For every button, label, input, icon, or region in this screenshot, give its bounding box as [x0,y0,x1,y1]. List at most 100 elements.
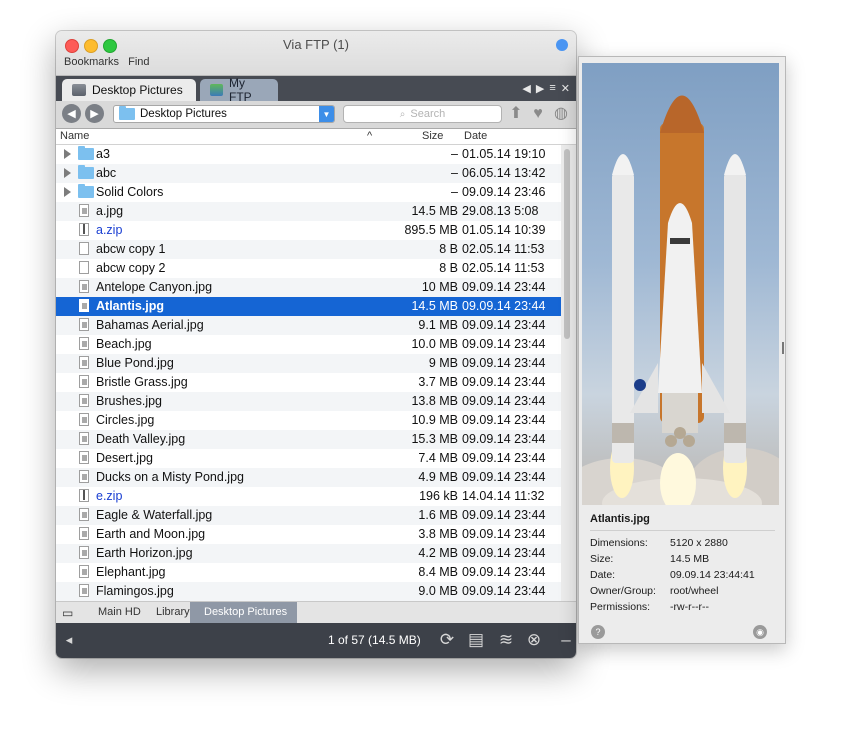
file-name: Earth and Moon.jpg [96,527,206,541]
file-row[interactable]: Antelope Canyon.jpg 10 MB 09.09.14 23:44 [56,278,561,297]
status-text: 1 of 57 (14.5 MB) [328,633,421,647]
column-size[interactable]: Size [422,130,443,142]
file-name: Antelope Canyon.jpg [96,280,213,294]
list-view-icon[interactable]: ▤ [466,630,486,650]
file-date: 09.09.14 23:44 [462,356,546,370]
drive-icon [72,84,86,96]
title-bar[interactable]: Via FTP (1) Bookmarks Find [56,31,576,76]
file-name: Elephant.jpg [96,565,166,579]
file-size: 7.4 MB [418,451,458,465]
folder-icon [78,184,94,198]
file-row[interactable]: Elephant.jpg 8.4 MB 09.09.14 23:44 [56,563,561,582]
file-size: 196 kB [419,489,458,503]
breadcrumb-main-hd[interactable]: Main HD [98,606,141,618]
file-row[interactable]: a.jpg 14.5 MB 29.08.13 5:08 [56,202,561,221]
file-name: Brushes.jpg [96,394,163,408]
info-size: Size: 14.5 MB [590,553,710,565]
file-name: a.zip [96,223,123,237]
folder-icon [119,106,135,120]
sort-indicator-icon: ^ [367,130,373,142]
disconnect-icon[interactable]: ⊗ [524,630,544,650]
column-name[interactable]: Name [60,130,89,142]
file-date: 02.05.14 11:53 [462,242,545,256]
file-name: abcw copy 1 [96,242,166,256]
file-row[interactable]: Desert.jpg 7.4 MB 09.09.14 23:44 [56,449,561,468]
refresh-icon[interactable]: ⟳ [437,630,457,650]
toolbar-toggle-button[interactable] [556,39,568,51]
help-icon[interactable]: ? [591,625,605,639]
file-date: 09.09.14 23:44 [462,432,546,446]
file-date: 09.09.14 23:44 [462,546,546,560]
wifi-icon[interactable]: ≋ [496,630,516,650]
breadcrumb-library[interactable]: Library [156,606,190,618]
image-file-icon [79,394,89,407]
tab-my-ftp[interactable]: My FTP [200,76,278,104]
search-icon: ⌕ [399,108,406,120]
resize-grip[interactable] [782,342,784,354]
chevron-down-icon[interactable]: ▼ [319,106,334,122]
file-size: – [451,185,458,199]
minus-icon[interactable]: – [556,630,576,650]
folder-icon [78,146,94,160]
file-row[interactable]: a3 –01.05.14 19:10 [56,145,561,164]
file-date: 09.09.14 23:44 [462,451,546,465]
file-row[interactable]: Eagle & Waterfall.jpg 1.6 MB 09.09.14 23:4… [56,506,561,525]
quicklook-icon[interactable]: ◉ [753,625,767,639]
file-name: a3 [96,147,110,161]
file-row[interactable]: Death Valley.jpg 15.3 MB 09.09.14 23:44 [56,430,561,449]
file-row[interactable]: Circles.jpg 10.9 MB 09.09.14 23:44 [56,411,561,430]
back-button[interactable]: ◀ [62,104,81,123]
computer-icon[interactable]: ▭ [62,606,73,620]
close-tab-icon[interactable]: ✕ [561,82,570,95]
image-file-icon [79,584,89,597]
arrow-left-icon[interactable]: ◀ [522,82,530,95]
back-circle-icon[interactable]: ◂ [59,630,79,650]
disclosure-triangle-icon[interactable] [64,187,71,197]
file-row[interactable]: Beach.jpg 10.0 MB 09.09.14 23:44 [56,335,561,354]
file-row[interactable]: Bahamas Aerial.jpg 9.1 MB 09.09.14 23:44 [56,316,561,335]
file-name: a.jpg [96,204,124,218]
image-file-icon [79,356,89,369]
file-name: Circles.jpg [96,413,155,427]
file-row[interactable]: a.zip 895.5 MB 01.05.14 10:39 [56,221,561,240]
file-row[interactable]: Earth Horizon.jpg 4.2 MB 09.09.14 23:44 [56,544,561,563]
path-selector[interactable]: Desktop Pictures ▼ [113,105,335,123]
file-size: 10 MB [421,280,458,294]
image-file-icon [79,413,89,426]
file-row[interactable]: Solid Colors –09.09.14 23:46 [56,183,561,202]
file-row[interactable]: abcw copy 2 8 B 02.05.14 11:53 [56,259,561,278]
file-row[interactable]: abc –06.05.14 13:42 [56,164,561,183]
breadcrumb-desktop-pictures[interactable]: Desktop Pictures [190,602,298,623]
favorites-heart-icon[interactable]: ♥ [529,105,547,123]
scrollbar[interactable] [564,149,570,339]
file-size: 8 B [439,242,458,256]
parent-folder-icon[interactable]: ⬆ [507,105,525,123]
file-date: 09.09.14 23:44 [462,280,546,294]
search-input[interactable]: ⌕ Search [343,105,502,123]
file-row[interactable]: Atlantis.jpg 14.5 MB 09.09.14 23:44 [56,297,561,316]
file-row[interactable]: Ducks on a Misty Pond.jpg 4.9 MB 09.09.14 … [56,468,561,487]
tab-desktop-pictures[interactable]: Desktop Pictures [62,79,196,101]
menu-find[interactable]: Find [128,56,149,68]
file-row[interactable]: Brushes.jpg 13.8 MB 09.09.14 23:44 [56,392,561,411]
file-name: Ducks on a Misty Pond.jpg [96,470,244,484]
file-row[interactable]: Earth and Moon.jpg 3.8 MB 09.09.14 23:44 [56,525,561,544]
file-size: 895.5 MB [404,223,458,237]
menu-icon[interactable]: ≡ [549,82,555,95]
file-row[interactable]: abcw copy 1 8 B 02.05.14 11:53 [56,240,561,259]
file-date: 02.05.14 11:53 [462,261,545,275]
disclosure-triangle-icon[interactable] [64,168,71,178]
forward-button[interactable]: ▶ [85,104,104,123]
info-permissions: Permissions: -rw-r--r-- [590,601,710,613]
file-row[interactable]: Bristle Grass.jpg 3.7 MB 09.09.14 23:44 [56,373,561,392]
menu-bookmarks[interactable]: Bookmarks [64,56,119,68]
tab-controls: ◀ ▶ ≡ ✕ [522,82,570,95]
file-row[interactable]: e.zip 196 kB 14.04.14 11:32 [56,487,561,506]
arrow-right-icon[interactable]: ▶ [536,82,544,95]
file-row[interactable]: Blue Pond.jpg 9 MB 09.09.14 23:44 [56,354,561,373]
file-row[interactable]: Flamingos.jpg 9.0 MB 09.09.14 23:44 [56,582,561,601]
disclosure-triangle-icon[interactable] [64,149,71,159]
column-date[interactable]: Date [464,130,487,142]
globe-icon[interactable]: ◍ [552,105,570,123]
status-bar: ◂ 1 of 57 (14.5 MB) ⟳ ▤ ≋ ⊗ – [56,623,576,658]
